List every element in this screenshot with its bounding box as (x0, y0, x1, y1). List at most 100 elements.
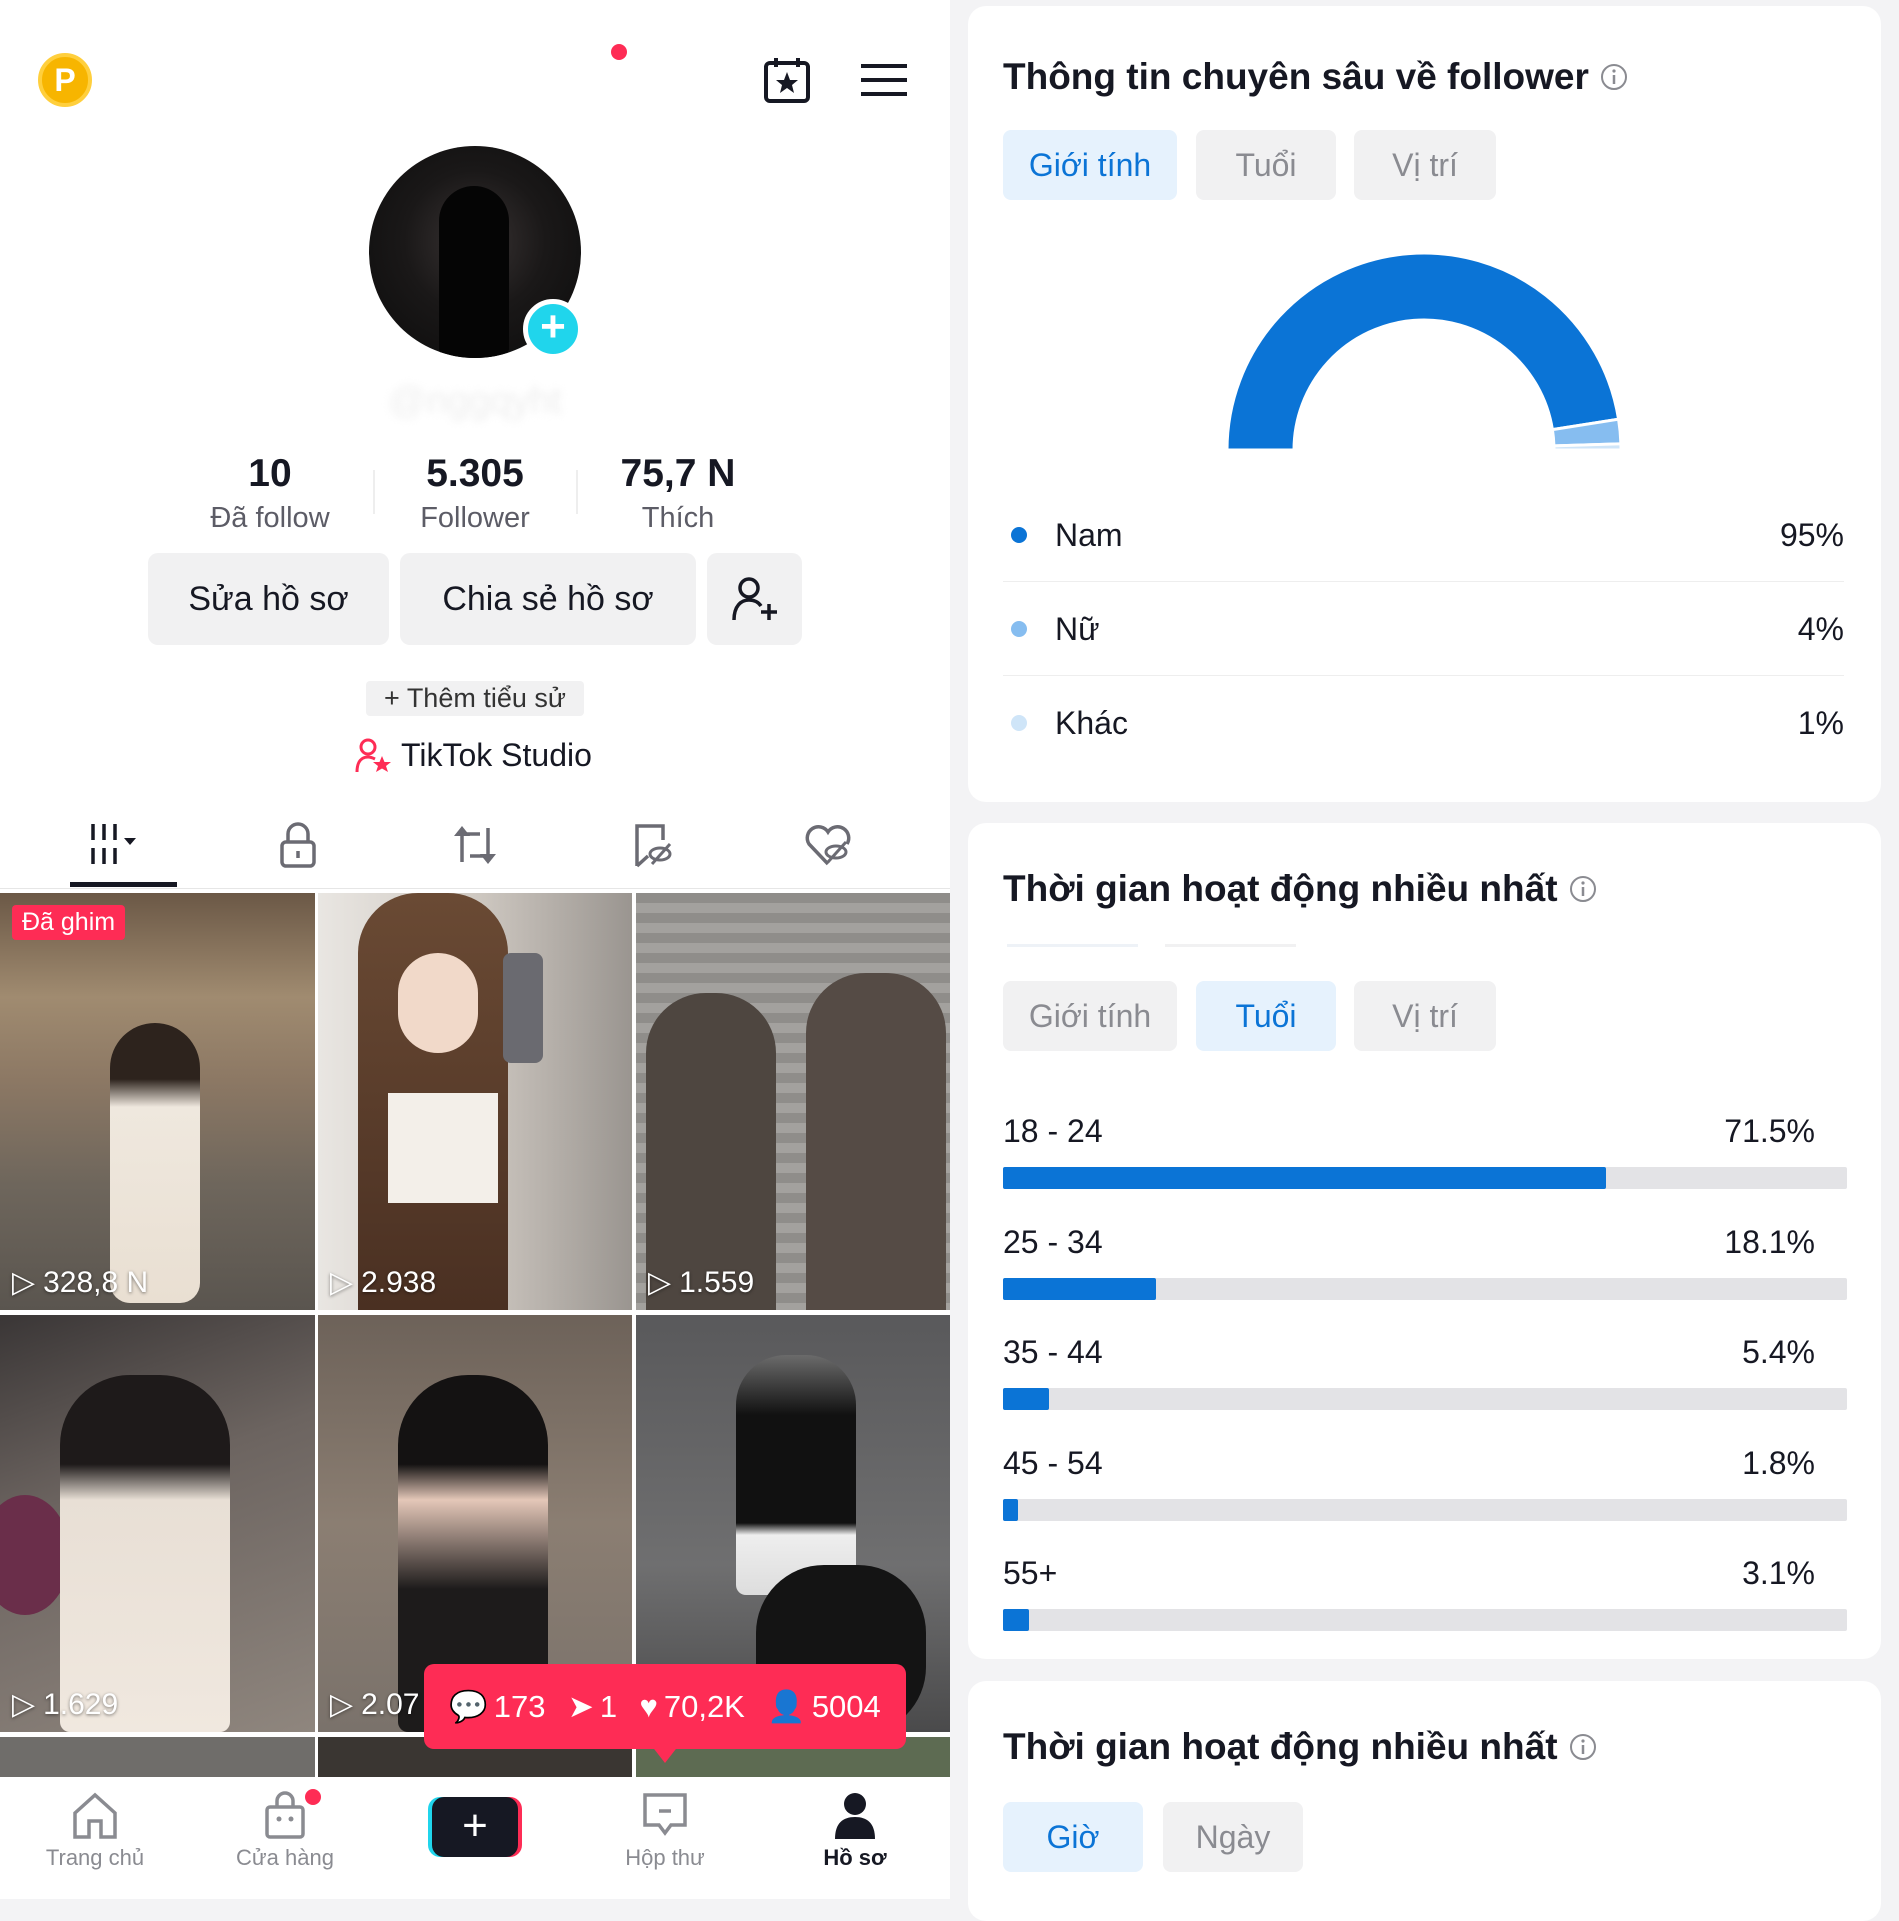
add-bio-button[interactable]: + Thêm tiểu sử (366, 681, 584, 716)
add-user-icon (731, 577, 777, 621)
age-bar (1003, 1167, 1607, 1189)
comment-icon: 💬 (449, 1689, 488, 1724)
follower-count: 5004 (811, 1688, 881, 1724)
tab-location[interactable]: Vị trí (1354, 981, 1496, 1051)
follower-insights-card: Thông tin chuyên sâu về follower Giới tí… (968, 6, 1881, 802)
age-percent: 18.1% (1724, 1223, 1815, 1260)
age-percent: 71.5% (1724, 1113, 1815, 1149)
age-card: Thời gian hoạt động nhiều nhất Giới tính… (968, 823, 1881, 1659)
share-profile-button[interactable]: Chia sẻ hồ sơ (400, 553, 696, 645)
nav-label: Hộp thư (625, 1845, 705, 1870)
info-icon[interactable] (1568, 1732, 1598, 1762)
age-range: 45 - 54 (1003, 1444, 1103, 1481)
lock-icon[interactable] (273, 822, 323, 868)
profile-icon (835, 1793, 875, 1839)
videos-grid-icon[interactable] (88, 822, 138, 868)
tab-hour[interactable]: Giờ (1003, 1802, 1143, 1872)
stat-label: Thích (641, 502, 715, 534)
pinned-badge: Đã ghim (12, 905, 126, 940)
video-thumbnail[interactable]: ▷ 2.938 (318, 893, 632, 1310)
stat-followers[interactable]: 5.305 Follower (375, 452, 575, 535)
inbox-icon (643, 1793, 687, 1836)
play-icon: ▷ (12, 1688, 36, 1721)
legend-row: Nam 95% (1003, 488, 1844, 582)
notification-dot (611, 44, 627, 60)
play-icon: ▷ (330, 1688, 354, 1721)
share-count: 1 (599, 1688, 618, 1724)
bookmark-hidden-icon[interactable] (628, 822, 678, 868)
age-bar (1003, 1498, 1019, 1521)
info-icon[interactable] (1568, 874, 1598, 904)
nav-label: Trang chủ (45, 1845, 145, 1870)
divider (1007, 944, 1138, 947)
age-percent: 5.4% (1742, 1334, 1815, 1370)
profile-screen: P + @nggqyht 10 Đã follow 5.305 Follower 7… (0, 0, 950, 1899)
age-bar (1003, 1277, 1156, 1300)
bottom-nav: Trang chủ Cửa hàng + Hộp thư Hồ sơ (0, 1777, 950, 1899)
divider (0, 888, 950, 889)
repost-icon[interactable] (450, 822, 500, 868)
edit-profile-button[interactable]: Sửa hồ sơ (148, 553, 389, 645)
age-bar-track (1003, 1167, 1847, 1189)
video-thumbnail[interactable]: ▷ 1.629 (0, 1315, 315, 1732)
legend-dot (1011, 715, 1027, 731)
hamburger-menu-icon[interactable] (861, 62, 907, 98)
age-row-label: 25 - 34 18.1% (1003, 1224, 1815, 1261)
heart-icon: ♥ (639, 1688, 658, 1724)
create-button[interactable]: + (428, 1797, 522, 1857)
plus-icon: + (432, 1797, 518, 1857)
tiktok-studio-link[interactable]: TikTok Studio (355, 737, 592, 774)
age-bar-track (1003, 1609, 1847, 1631)
tab-gender[interactable]: Giới tính (1003, 981, 1177, 1051)
home-icon (73, 1792, 117, 1839)
heart-hidden-icon[interactable] (803, 822, 853, 868)
nav-shop[interactable]: Cửa hàng (190, 1777, 380, 1899)
stat-label: Follower (420, 502, 530, 534)
age-bar (1003, 1388, 1049, 1410)
calendar-star-icon[interactable] (762, 55, 812, 105)
age-percent: 1.8% (1742, 1444, 1815, 1481)
age-row-label: 55+ 3.1% (1003, 1555, 1815, 1592)
nav-profile[interactable]: Hồ sơ (760, 1777, 950, 1899)
video-thumbnail[interactable]: Đã ghim ▷ 328,8 N (0, 893, 315, 1310)
stat-likes[interactable]: 75,7 N Thích (578, 452, 778, 535)
nav-label: Hồ sơ (823, 1845, 887, 1870)
play-icon: ▷ (648, 1266, 672, 1299)
donut-slice-Nam (1225, 251, 1621, 452)
coin-icon[interactable]: P (38, 53, 92, 107)
video-thumbnail[interactable] (0, 1737, 315, 1777)
shopping-bag-icon (265, 1791, 305, 1839)
nav-inbox[interactable]: Hộp thư (570, 1777, 760, 1899)
age-row-label: 35 - 44 5.4% (1003, 1334, 1815, 1371)
user-star-icon (355, 738, 391, 772)
video-thumbnail[interactable]: ▷ 1.559 (636, 893, 950, 1310)
age-range: 18 - 24 (1003, 1113, 1103, 1149)
nav-home[interactable]: Trang chủ (0, 1777, 190, 1899)
username: @nggqyht (388, 380, 562, 422)
card-title: Thời gian hoạt động nhiều nhất (1003, 868, 1598, 910)
gender-half-donut-chart (1225, 251, 1623, 452)
person-icon: 👤 (767, 1689, 806, 1724)
stat-following[interactable]: 10 Đã follow (170, 452, 370, 535)
donut-slice-Khác (1552, 442, 1623, 452)
stat-value: 75,7 N (620, 452, 736, 495)
add-avatar-plus-icon[interactable]: + (523, 299, 583, 359)
like-count: 70,2K (663, 1688, 745, 1724)
notification-dot (305, 1789, 321, 1805)
legend-row: Nữ 4% (1003, 582, 1844, 676)
age-range: 35 - 44 (1003, 1334, 1103, 1370)
age-row-label: 18 - 24 71.5% (1003, 1113, 1815, 1150)
tab-age[interactable]: Tuổi (1196, 981, 1336, 1051)
card-title: Thời gian hoạt động nhiều nhất (1003, 1726, 1598, 1768)
age-range: 25 - 34 (1003, 1223, 1103, 1260)
share-icon: ➤ (567, 1688, 594, 1724)
stat-value: 10 (248, 452, 292, 495)
age-percent: 3.1% (1742, 1555, 1815, 1591)
legend-row: Khác 1% (1003, 676, 1844, 770)
view-count: ▷ 1.559 (648, 1265, 755, 1300)
age-bar-track (1003, 1388, 1847, 1410)
play-icon: ▷ (330, 1266, 354, 1299)
tab-day[interactable]: Ngày (1163, 1802, 1303, 1872)
nav-label: Cửa hàng (236, 1845, 334, 1870)
add-friend-button[interactable] (707, 553, 802, 645)
